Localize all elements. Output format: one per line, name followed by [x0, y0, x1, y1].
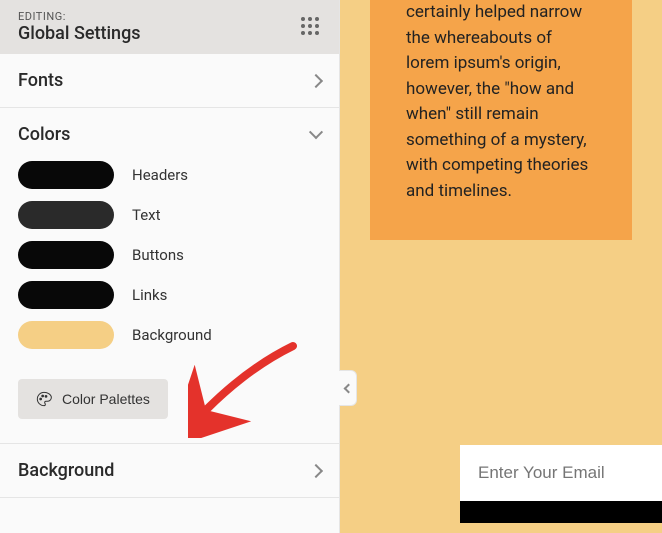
colors-body: Headers Text Buttons Links Background	[0, 161, 339, 443]
chevron-left-icon	[344, 383, 354, 393]
editing-label: EDITING:	[18, 10, 141, 23]
swatch-row-text[interactable]: Text	[18, 201, 321, 229]
palette-icon	[36, 391, 52, 407]
swatch-row-buttons[interactable]: Buttons	[18, 241, 321, 269]
color-palettes-button[interactable]: Color Palettes	[18, 379, 168, 419]
swatch-text	[18, 201, 114, 229]
chevron-right-icon	[309, 73, 323, 87]
preview-pane: certainly helped narrow the whereabouts …	[340, 0, 662, 533]
collapse-sidebar-tab[interactable]	[339, 370, 357, 406]
swatch-label: Buttons	[132, 246, 184, 264]
chevron-down-icon	[309, 125, 323, 139]
submit-button[interactable]	[460, 501, 662, 523]
swatch-row-links[interactable]: Links	[18, 281, 321, 309]
swatch-label: Background	[132, 326, 212, 344]
swatch-background	[18, 321, 114, 349]
section-title-fonts: Fonts	[18, 70, 63, 91]
swatch-row-headers[interactable]: Headers	[18, 161, 321, 189]
swatch-headers	[18, 161, 114, 189]
chevron-right-icon	[309, 463, 323, 477]
section-title-background: Background	[18, 460, 114, 481]
apps-grid-icon[interactable]	[301, 17, 321, 37]
email-capture	[460, 445, 662, 523]
color-palettes-label: Color Palettes	[62, 391, 150, 407]
swatch-row-background[interactable]: Background	[18, 321, 321, 349]
sidebar-header: EDITING: Global Settings	[0, 0, 339, 54]
swatch-label: Headers	[132, 166, 188, 184]
section-fonts[interactable]: Fonts	[0, 54, 339, 108]
settings-sidebar: EDITING: Global Settings Fonts Colors He…	[0, 0, 340, 533]
swatch-links	[18, 281, 114, 309]
preview-text-card: certainly helped narrow the whereabouts …	[370, 0, 632, 240]
section-background[interactable]: Background	[0, 444, 339, 498]
preview-paragraph: certainly helped narrow the whereabouts …	[406, 0, 596, 204]
swatch-label: Links	[132, 286, 167, 304]
swatch-label: Text	[132, 206, 161, 224]
section-title-colors: Colors	[18, 124, 70, 145]
section-colors: Colors Headers Text Buttons Li	[0, 108, 339, 444]
section-colors-header[interactable]: Colors	[0, 108, 339, 161]
page-title: Global Settings	[18, 23, 141, 44]
swatch-buttons	[18, 241, 114, 269]
email-input[interactable]	[460, 445, 662, 501]
